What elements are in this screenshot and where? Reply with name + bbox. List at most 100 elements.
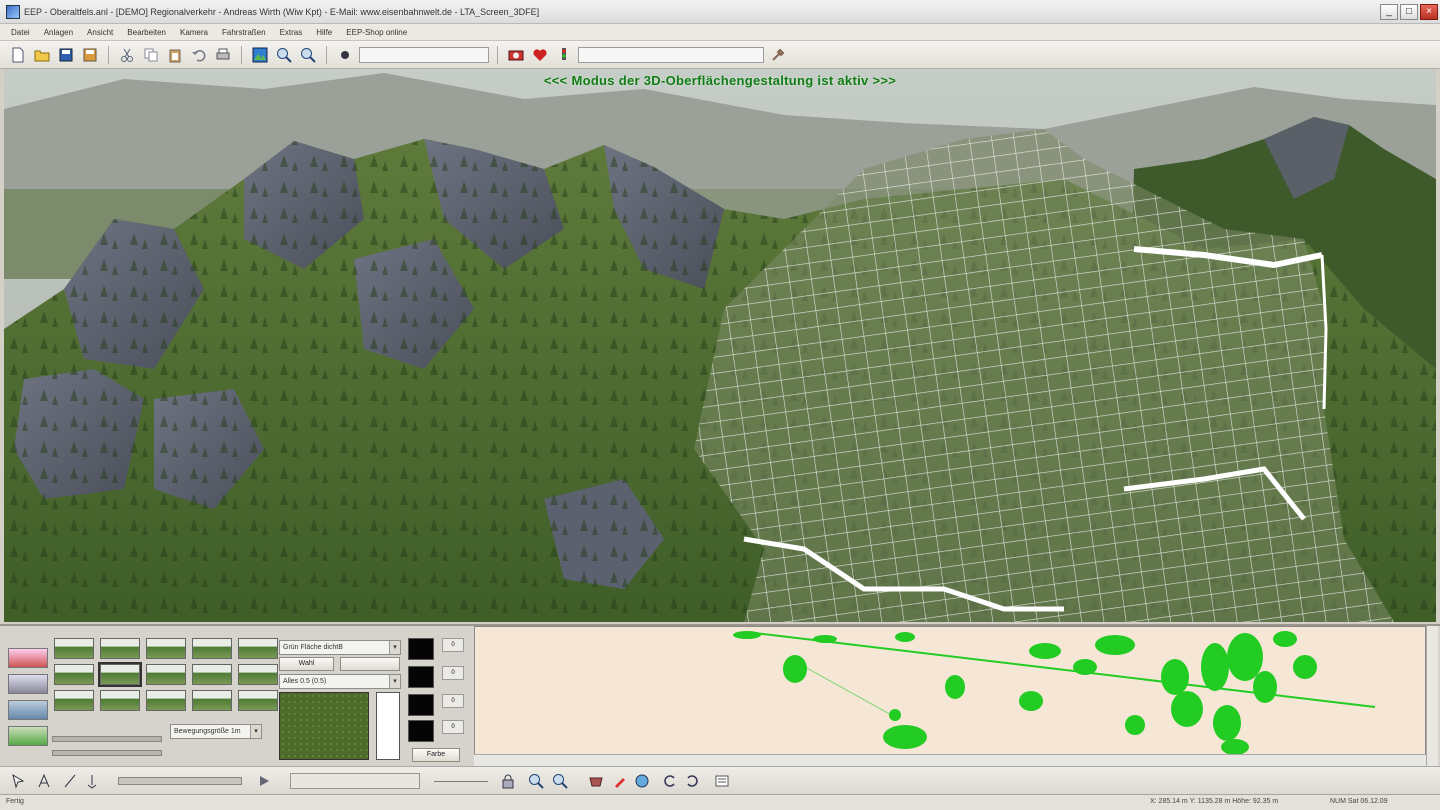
brush-preset[interactable] [192, 638, 232, 659]
divider [434, 781, 488, 782]
brush-preset[interactable] [98, 662, 142, 687]
globe-icon[interactable] [632, 771, 652, 791]
brush-preset[interactable] [54, 664, 94, 685]
paint-icon[interactable] [610, 771, 630, 791]
menu-item-shop[interactable]: EEP-Shop online [339, 28, 414, 37]
menu-item-anlagen[interactable]: Anlagen [37, 28, 80, 37]
camera-select-icon[interactable] [335, 45, 355, 65]
speed-slider[interactable] [118, 777, 242, 785]
menu-item-kamera[interactable]: Kamera [173, 28, 215, 37]
3d-viewport[interactable]: <<< Modus der 3D-Oberflächengestaltung i… [4, 69, 1436, 622]
bottom-panel: Grün Fläche dichtB ▾ Wahl Alles 0.5 (0.5)… [0, 624, 1440, 766]
menu-item-bearbeiten[interactable]: Bearbeiten [120, 28, 173, 37]
brush-size-slider[interactable] [52, 736, 162, 742]
minimap-horizontal-scrollbar[interactable] [474, 754, 1426, 766]
side-tool-smooth[interactable] [8, 674, 48, 694]
signal-icon[interactable] [554, 45, 574, 65]
camera-icon[interactable] [506, 45, 526, 65]
brush-preset[interactable] [192, 664, 232, 685]
zoom-field[interactable] [359, 46, 489, 63]
zoom-out-icon[interactable] [298, 45, 318, 65]
side-tool-texture[interactable] [8, 726, 48, 746]
menu-item-fahrstrassen[interactable]: Fahrstraßen [215, 28, 273, 37]
texture-select-button[interactable]: Wahl [279, 657, 334, 671]
status-coordinates: X: 285.14 m Y: 1135.28 m Höhe: 92.35 m [1150, 798, 1279, 805]
zoom-in-icon[interactable] [526, 771, 546, 791]
minimap-vertical-scrollbar[interactable] [1426, 626, 1438, 766]
route-icon[interactable] [82, 771, 102, 791]
menu-item-ansicht[interactable]: Ansicht [80, 28, 120, 37]
brush-preset[interactable] [54, 638, 94, 659]
spin-value-4[interactable]: 0 [442, 720, 464, 734]
bottom-toolbar [0, 766, 1440, 794]
texture-dropdown[interactable]: Grün Fläche dichtB ▾ [279, 640, 401, 655]
menu-item-extras[interactable]: Extras [273, 28, 310, 37]
print-icon[interactable] [213, 45, 233, 65]
texture-preview [279, 692, 369, 760]
color-swatch-2[interactable] [408, 666, 434, 688]
side-tool-level[interactable] [8, 700, 48, 720]
color-button[interactable]: Farbe [412, 748, 460, 762]
line-tool-icon[interactable] [60, 771, 80, 791]
menu-item-hilfe[interactable]: Hilfe [309, 28, 339, 37]
minimap-canvas [733, 631, 1376, 755]
zoom-in-icon[interactable] [274, 45, 294, 65]
copy-icon[interactable] [141, 45, 161, 65]
brush-preset[interactable] [146, 638, 186, 659]
color-swatch-4[interactable] [408, 720, 434, 742]
save-as-icon[interactable] [80, 45, 100, 65]
close-button[interactable]: × [1420, 3, 1438, 20]
toolbar-separator [497, 45, 498, 64]
spin-value-1[interactable]: 0 [442, 638, 464, 652]
brush-strength-slider[interactable] [52, 750, 162, 756]
run-icon[interactable] [254, 771, 274, 791]
text-icon[interactable] [34, 771, 54, 791]
texture-aux-button[interactable] [340, 657, 400, 671]
terrain-icon[interactable] [250, 45, 270, 65]
maximize-button[interactable]: □ [1400, 3, 1418, 20]
select-icon[interactable] [8, 771, 28, 791]
save-icon[interactable] [56, 45, 76, 65]
color-swatch-3[interactable] [408, 694, 434, 716]
brush-preset[interactable] [238, 664, 278, 685]
main-toolbar [0, 41, 1440, 69]
spin-value-2[interactable]: 0 [442, 666, 464, 680]
brush-preset[interactable] [238, 638, 278, 659]
paste-icon[interactable] [165, 45, 185, 65]
undo-icon[interactable] [189, 45, 209, 65]
brush-preset[interactable] [100, 638, 140, 659]
spin-value-3[interactable]: 0 [442, 694, 464, 708]
list-icon[interactable] [712, 771, 732, 791]
tools-icon[interactable] [768, 45, 788, 65]
window-title: EEP - Oberaltfels.anl - [DEMO] Regionalv… [24, 6, 540, 17]
new-icon[interactable] [8, 45, 28, 65]
layer-dropdown[interactable]: Alles 0.5 (0.5) ▾ [279, 674, 401, 689]
brush-preset[interactable] [238, 690, 278, 711]
shop-icon[interactable] [586, 771, 606, 791]
search-field[interactable] [578, 46, 764, 63]
terrain-tools-panel: Grün Fläche dichtB ▾ Wahl Alles 0.5 (0.5)… [0, 626, 472, 768]
lock-icon[interactable] [498, 771, 518, 791]
cut-icon[interactable] [117, 45, 137, 65]
rotate-right-icon[interactable] [682, 771, 702, 791]
side-tool-raise[interactable] [8, 648, 48, 668]
brush-preset[interactable] [146, 664, 186, 685]
height-dropdown[interactable]: Bewegungsgröße 1m ▾ [170, 724, 262, 739]
heart-icon[interactable] [530, 45, 550, 65]
zoom-out-icon[interactable] [550, 771, 570, 791]
app-window: EEP - Oberaltfels.anl - [DEMO] Regionalv… [0, 0, 1440, 810]
color-swatch-1[interactable] [408, 638, 434, 660]
rotate-left-icon[interactable] [660, 771, 680, 791]
bottom-field[interactable] [290, 773, 420, 789]
title-bar: EEP - Oberaltfels.anl - [DEMO] Regionalv… [0, 0, 1440, 24]
brush-preset[interactable] [100, 690, 140, 711]
menu-item-datei[interactable]: Datei [4, 28, 37, 37]
minimap[interactable] [474, 626, 1426, 766]
status-bar: Fertig X: 285.14 m Y: 1135.28 m Höhe: 92… [0, 794, 1440, 810]
brush-preset[interactable] [54, 690, 94, 711]
app-icon [6, 4, 20, 19]
minimize-button[interactable]: _ [1380, 3, 1398, 20]
brush-preset[interactable] [192, 690, 232, 711]
brush-preset[interactable] [146, 690, 186, 711]
open-icon[interactable] [32, 45, 52, 65]
